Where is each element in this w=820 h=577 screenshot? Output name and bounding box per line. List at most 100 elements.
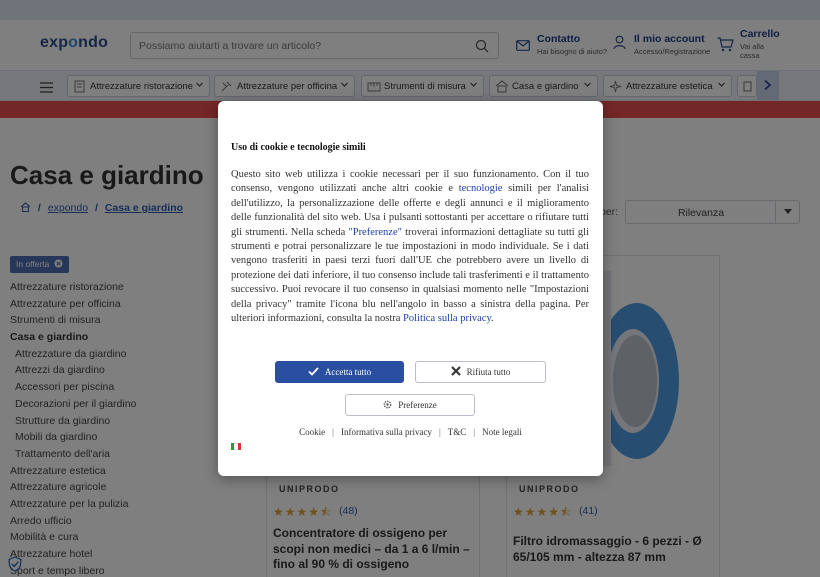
category-measuring[interactable]: Strumenti di misura [361,75,484,97]
chevron-down-icon [340,80,349,92]
sidebar-category-item[interactable]: Attrezzature ristorazione [10,279,250,296]
accept-all-button[interactable]: Accetta tutto [275,361,404,383]
close-icon [450,366,461,378]
sidebar-category-item[interactable]: Attrezzature hotel [10,546,250,563]
technologies-link[interactable]: tecnologie [459,183,503,194]
breadcrumb-current[interactable]: Casa e giardino [105,202,183,214]
category-label: Strumenti di misura [384,81,466,92]
category-workshop[interactable]: Attrezzature per officina [214,75,355,97]
italian-flag-icon[interactable] [231,443,241,450]
cookie-text-4: . [491,313,494,325]
nav-scroll-right-button[interactable] [757,71,779,100]
search-icon[interactable] [475,39,489,58]
top-strip [0,0,820,20]
cart-subtitle-2: cassa [740,51,760,60]
chevron-down-icon[interactable] [775,201,799,223]
breadcrumb: / expondo / Casa e giardino [20,202,183,214]
chevron-down-icon [195,80,204,92]
search-input[interactable] [131,33,461,58]
category-nav: Attrezzature ristorazione Attrezzature p… [0,70,820,101]
category-label: Attrezzature estetica [626,81,713,92]
chevron-down-icon [583,80,592,92]
cart-subtitle-1: Vai alla [740,42,765,51]
privacy-policy-link[interactable]: Politica sulla privacy [403,313,491,324]
mail-icon[interactable] [516,38,530,56]
privacy-settings-icon[interactable] [8,556,22,577]
sparkle-icon [609,80,622,96]
legal-notes-link[interactable]: Note legali [482,427,522,437]
reject-all-label: Rifiuta tutto [466,367,511,377]
category-beauty[interactable]: Attrezzature estetica [603,75,732,97]
privacy-notice-link[interactable]: Informativa sulla privacy [341,427,432,437]
chevron-down-icon [717,80,726,92]
expondo-logo[interactable]: expondo [40,34,108,52]
site-header: expondo Contatto Hai bisogno di aiuto? I… [0,20,820,70]
cookie-footer-links: Cookie | Informativa sulla privacy | T&C | Not… [299,427,522,437]
sidebar-category-item[interactable]: Strumenti di misura [10,312,250,329]
check-icon [308,366,319,378]
offer-filter-chip[interactable]: In offerta [10,256,69,273]
contact-link[interactable]: Contatto Hai bisogno di aiuto? [537,33,607,56]
sidebar-category-item[interactable]: Mobili da giardino [10,429,250,446]
menu-icon[interactable] [40,80,53,98]
restaurant-icon [73,80,86,96]
cookie-link[interactable]: Cookie [299,427,325,437]
category-next-partial[interactable] [737,75,757,97]
sidebar-category-item[interactable]: Mobilità e cura [10,529,250,546]
account-title: Il mio account [634,33,705,45]
cookie-dialog-text: Questo sito web utilizza i cookie necess… [231,168,589,326]
preferences-link[interactable]: "Preferenze" [348,227,401,238]
reject-all-button[interactable]: Rifiuta tutto [415,361,546,383]
category-home-garden[interactable]: Casa e giardino [489,75,598,97]
house-icon [495,80,509,96]
home-icon[interactable] [20,202,31,214]
sidebar-category-item[interactable]: Attrezzature per la pulizia [10,496,250,513]
sidebar-category-item[interactable]: Accessori per piscina [10,379,250,396]
category-restaurant[interactable]: Attrezzature ristorazione [67,75,210,97]
sidebar-category-item[interactable]: Attrezzature estetica [10,463,250,480]
category-sidebar: Attrezzature ristorazione Attrezzature pe… [10,279,250,577]
category-label: Attrezzature per officina [237,81,338,92]
sort-select[interactable]: Rilevanza [625,200,800,224]
sidebar-category-item[interactable]: Attrezzature per officina [10,296,250,313]
rating-stars: ★★★★⯪ [273,505,333,519]
product-name[interactable]: Concentratore di ossigeno per scopi non … [273,526,473,573]
accept-all-label: Accetta tutto [324,367,372,377]
sidebar-category-item[interactable]: Casa e giardino [10,329,250,346]
sidebar-category-item[interactable]: Decorazioni per il giardino [10,396,250,413]
page-title: Casa e giardino [10,160,204,190]
contact-title: Contatto [537,33,581,45]
category-label: Casa e giardino [512,81,579,92]
product-brand: UNIPRODO [519,484,580,494]
breadcrumb-home-link[interactable]: expondo [48,202,88,214]
cookie-consent-dialog: Uso di cookie e tecnologie simili Questo… [218,101,603,476]
partial-category-icon [743,80,753,96]
scale-icon [367,80,381,96]
search-box[interactable] [130,32,499,59]
product-name[interactable]: Filtro idromassaggio - 6 pezzi - Ø 65/10… [513,534,713,565]
category-label: Attrezzature ristorazione [90,81,193,92]
breadcrumb-separator: / [94,202,98,214]
review-count[interactable]: (41) [579,505,598,517]
terms-link[interactable]: T&C [448,427,467,437]
user-icon[interactable] [613,35,626,55]
account-link[interactable]: Il mio account Accesso/Registrazione [634,33,710,56]
sidebar-category-item[interactable]: Attrezzature da giardino [10,346,250,363]
breadcrumb-separator: / [37,202,41,214]
account-subtitle: Accesso/Registrazione [634,47,711,56]
sidebar-category-item[interactable]: Sport e tempo libero [10,563,250,577]
gear-icon [383,400,392,411]
preferences-label: Preferenze [398,400,437,410]
close-icon[interactable] [52,259,63,269]
cookie-text-3: troverai informazioni dettagliate su tut… [231,226,589,325]
cart-link[interactable]: Carrello Vai alla cassa [740,28,780,60]
sidebar-category-item[interactable]: Attrezzi da giardino [10,362,250,379]
sidebar-category-item[interactable]: Arredo ufficio [10,513,250,530]
review-count[interactable]: (48) [339,505,358,517]
preferences-button[interactable]: Preferenze [345,394,475,416]
cart-icon[interactable] [717,37,734,57]
sidebar-category-item[interactable]: Attrezzature agricole [10,479,250,496]
sidebar-category-item[interactable]: Trattamento dell'aria [10,446,250,463]
sidebar-category-item[interactable]: Strutture da giardino [10,413,250,430]
cookie-dialog-title: Uso di cookie e tecnologie simili [231,142,366,153]
